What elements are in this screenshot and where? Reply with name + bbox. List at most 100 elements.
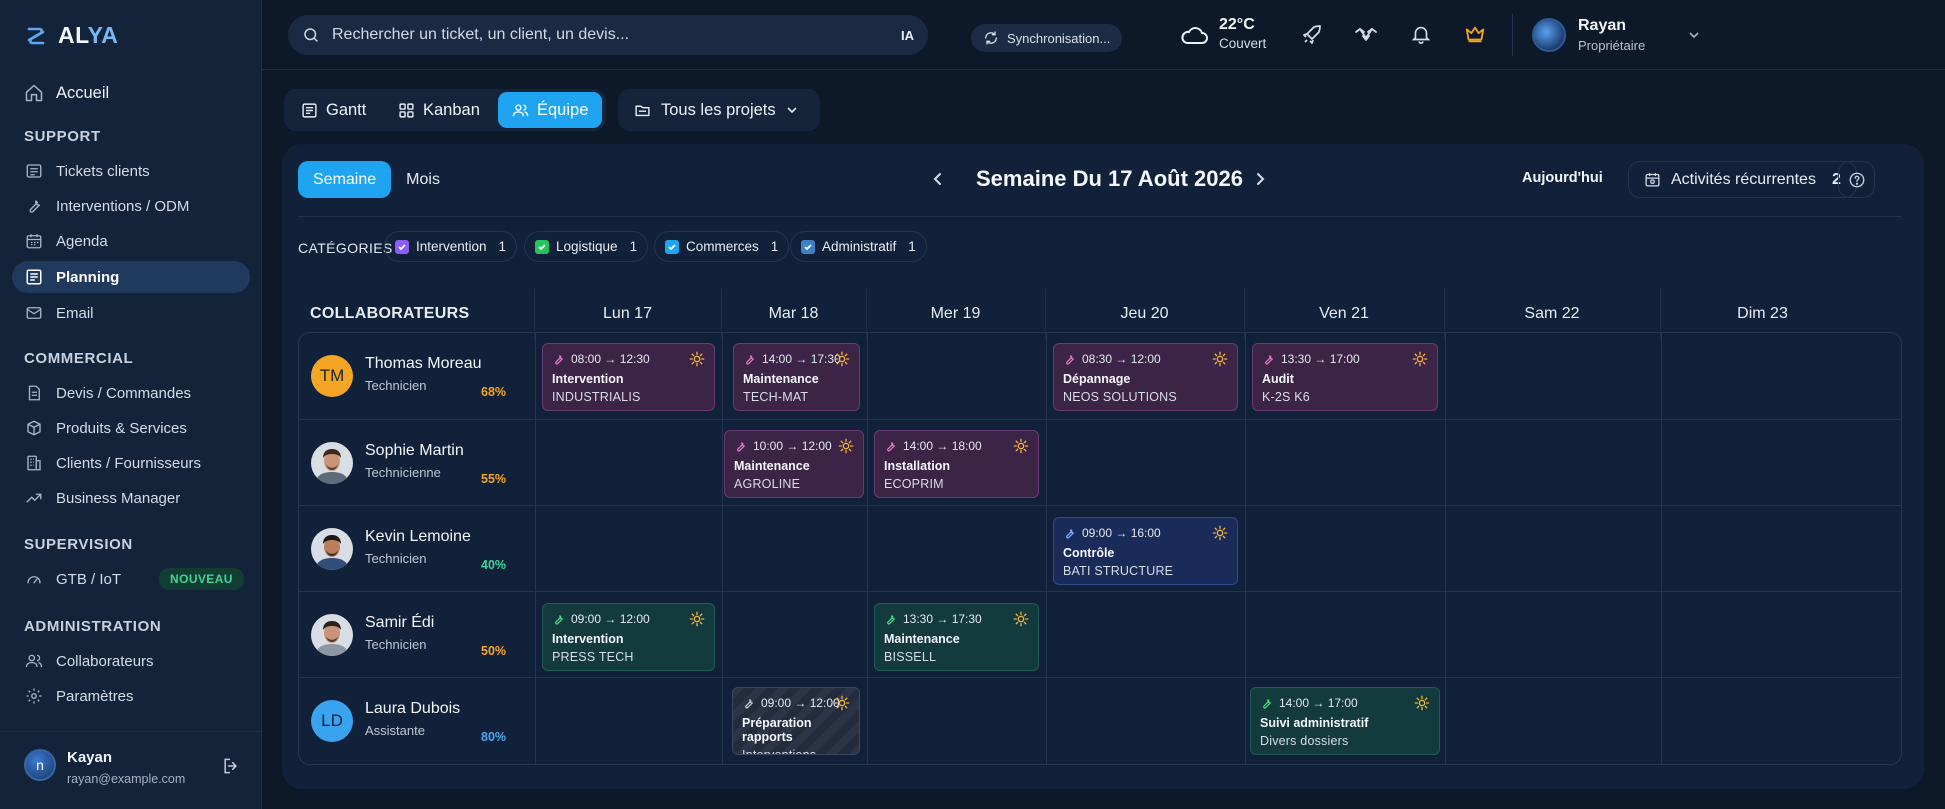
sidebar-item-label: Business Manager [56, 489, 181, 507]
bell-icon[interactable] [1410, 23, 1432, 45]
sidebar-item-devis[interactable]: Devis / Commandes [12, 377, 250, 409]
app-logo[interactable]: ALYA [24, 22, 118, 49]
tab-gantt[interactable]: Gantt [287, 92, 380, 128]
week-button[interactable]: Semaine [298, 161, 392, 198]
collaborator-role: Technicien [365, 551, 427, 566]
handshake-icon[interactable] [1354, 23, 1378, 47]
chevron-right-icon[interactable] [1252, 171, 1268, 187]
event-card[interactable]: 14:00 → 18:00 Installation ECOPRIM [874, 430, 1039, 498]
sidebar-item-label: Clients / Fournisseurs [56, 454, 202, 472]
sidebar-item-produits[interactable]: Produits & Services [12, 412, 250, 444]
table-row: LD Laura Dubois Assistante 80% [299, 677, 1901, 764]
collaborator-cell[interactable]: TM Thomas Moreau Technicien 68% [299, 333, 535, 419]
chevron-down-icon[interactable] [1688, 29, 1700, 41]
sun-icon [1412, 351, 1428, 367]
avatar: LD [311, 700, 353, 742]
wrench-icon [1260, 697, 1273, 710]
rocket-icon[interactable] [1300, 23, 1324, 47]
chevron-left-icon[interactable] [930, 171, 946, 187]
sync-status[interactable]: Synchronisation... [971, 24, 1123, 52]
categories-label: CATÉGORIES [298, 240, 393, 256]
today-button[interactable]: Aujourd'hui [1522, 170, 1603, 186]
sidebar-item-agenda[interactable]: Agenda [12, 225, 250, 257]
sidebar-item-interventions[interactable]: Interventions / ODM [12, 190, 250, 222]
category-chip-2[interactable]: Logistique 1 [524, 231, 649, 262]
sidebar-item-parametres[interactable]: Paramètres [12, 680, 250, 712]
category-chip-3[interactable]: Commerces 1 [654, 231, 790, 262]
collaborator-cell[interactable]: Samir Édi Technicien 50% [299, 592, 535, 678]
user-role: Propriétaire [1578, 38, 1646, 53]
sidebar-item-label: Email [56, 304, 94, 322]
planning-panel: Semaine Mois Semaine Du 17 Août 2026 Auj… [282, 144, 1924, 789]
avatar[interactable]: n [24, 749, 56, 781]
category-chip-4[interactable]: Administratif 1 [790, 231, 927, 262]
sync-icon [983, 30, 999, 46]
wrench-icon [552, 613, 565, 626]
logout-icon[interactable] [221, 756, 241, 776]
sidebar-item-label: Agenda [56, 232, 108, 250]
event-card[interactable]: 13:30 → 17:30 Maintenance BISSELL [874, 603, 1039, 671]
project-select[interactable]: Tous les projets [618, 89, 820, 131]
sidebar-item-email[interactable]: Email [12, 297, 250, 329]
event-card[interactable]: 09:00 → 16:00 Contrôle BATI STRUCTURE [1053, 517, 1238, 585]
tab-kanban[interactable]: Kanban [384, 92, 494, 128]
sidebar-item-label: Paramètres [56, 687, 134, 705]
sidebar-item-clients[interactable]: Clients / Fournisseurs [12, 447, 250, 479]
team-icon [512, 102, 529, 119]
category-count: 1 [908, 239, 916, 254]
event-client: Divers dossiers [1260, 734, 1349, 748]
planning-grid: TM Thomas Moreau Technicien 68% Sophie Marti… [298, 332, 1902, 765]
event-time: 08:00 → 12:30 [552, 351, 705, 367]
event-time-text: 08:00 → 12:30 [571, 352, 650, 366]
wrench-icon [1063, 353, 1076, 366]
event-card[interactable]: 09:00 → 12:00 Intervention PRESS TECH [542, 603, 715, 671]
sidebar-item-collaborateurs[interactable]: Collaborateurs [12, 645, 250, 677]
period-toggle: Semaine Mois [298, 161, 455, 198]
tab-label: Kanban [423, 100, 480, 119]
sidebar-item-business[interactable]: Business Manager [12, 482, 250, 514]
event-card[interactable]: 08:30 → 12:00 Dépannage NEOS SOLUTIONS [1053, 343, 1238, 411]
collaborator-load: 55% [481, 472, 507, 486]
search-bar[interactable]: Rechercher un ticket, un client, un devi… [288, 15, 928, 55]
category-chip-1[interactable]: Intervention 1 [384, 231, 518, 262]
tab-equipe[interactable]: Équipe [498, 92, 603, 128]
avatar: TM [311, 355, 353, 397]
sidebar-item-tickets[interactable]: Tickets clients [12, 155, 250, 187]
checkbox-icon [801, 239, 815, 254]
event-client: TECH-MAT [743, 390, 809, 404]
mail-icon [24, 303, 44, 323]
event-card[interactable]: 08:00 → 12:30 Intervention INDUSTRIALIS [542, 343, 715, 411]
wrench-icon [552, 353, 565, 366]
month-button[interactable]: Mois [391, 161, 455, 198]
collaborator-role: Technicien [365, 378, 427, 393]
collaborator-cell[interactable]: Sophie Martin Technicienne 55% [299, 420, 535, 506]
ai-button[interactable]: IA [901, 28, 914, 43]
recurring-activities-button[interactable]: Activités récurrentes 2 [1628, 161, 1857, 198]
event-title: Suivi administratif [1260, 716, 1369, 730]
avatar [311, 528, 353, 570]
collaborator-cell[interactable]: Kevin Lemoine Technicien 40% [299, 506, 535, 592]
sidebar-item-label: Produits & Services [56, 419, 187, 437]
sun-icon [689, 351, 705, 367]
avatar[interactable] [1532, 18, 1566, 52]
crown-icon[interactable] [1464, 23, 1486, 45]
calendar-icon [24, 231, 44, 251]
event-time: 13:30 → 17:00 [1262, 351, 1428, 367]
event-card[interactable]: 14:00 → 17:30 Maintenance TECH-MAT [733, 343, 860, 411]
event-time-text: 09:00 → 16:00 [1082, 526, 1161, 540]
event-time-text: 13:30 → 17:00 [1281, 352, 1360, 366]
collaborator-cell[interactable]: LD Laura Dubois Assistante 80% [299, 678, 535, 764]
help-icon[interactable] [1838, 161, 1875, 198]
event-card[interactable]: 14:00 → 17:00 Suivi administratif Divers d… [1250, 687, 1440, 755]
event-card[interactable]: 10:00 → 12:00 Maintenance AGROLINE [724, 430, 864, 498]
event-card[interactable]: 09:00 → 12:00 Préparation rapports Interve… [732, 687, 860, 755]
sidebar-item-accueil[interactable]: Accueil [12, 77, 250, 109]
planning-icon [24, 267, 44, 287]
search-input[interactable]: Rechercher un ticket, un client, un devi… [332, 26, 889, 44]
collaborator-load: 50% [481, 644, 507, 658]
sidebar-item-planning[interactable]: Planning [12, 261, 250, 293]
sidebar-item-gtb[interactable]: GTB / IoT NOUVEAU [12, 563, 250, 595]
collaborator-role: Assistante [365, 723, 425, 738]
collaborator-name: Samir Édi [365, 614, 435, 631]
event-card[interactable]: 13:30 → 17:00 Audit K-2S K6 [1252, 343, 1438, 411]
